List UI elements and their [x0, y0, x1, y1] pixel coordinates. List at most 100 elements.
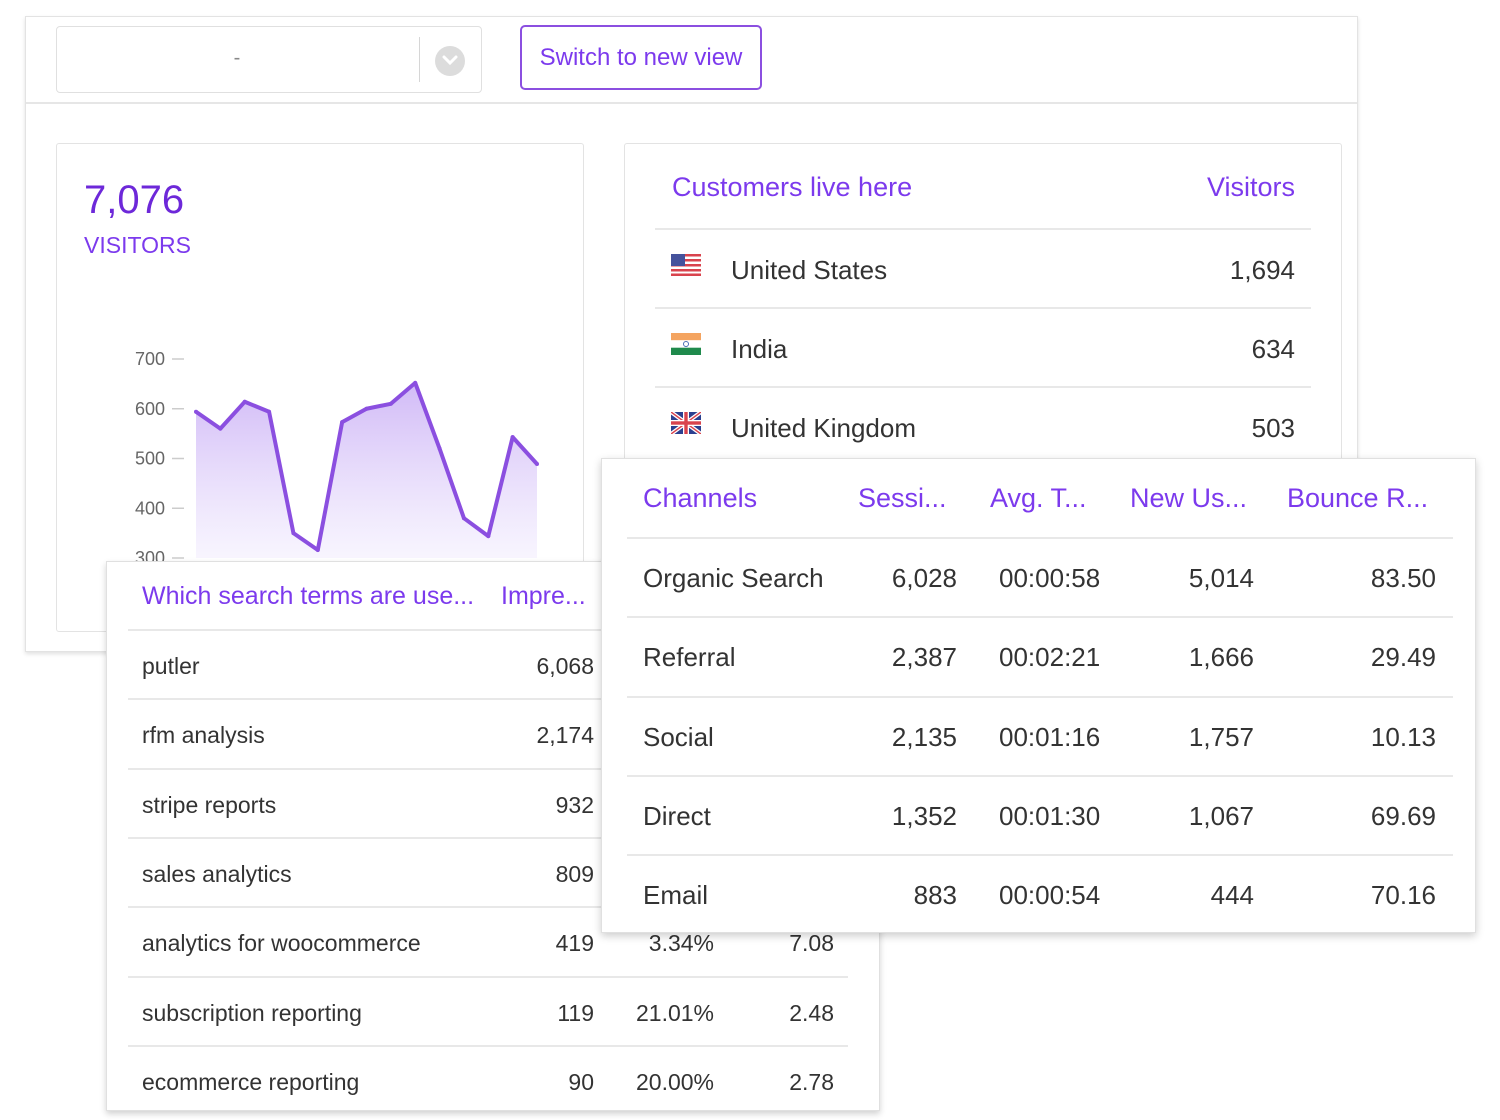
- impressions-value: 809: [555, 860, 594, 887]
- impressions-value: 419: [555, 930, 594, 957]
- impressions-value: 2,174: [536, 722, 594, 749]
- y-tick-label: 600: [135, 399, 165, 419]
- bounce-rate-header[interactable]: Bounce R...: [1287, 483, 1428, 514]
- channel-name: Direct: [643, 800, 711, 831]
- countries-header-label: Customers live here: [672, 172, 913, 202]
- new-users-value: 444: [1210, 880, 1254, 911]
- y-tick-label: 700: [135, 349, 165, 369]
- impressions-value: 119: [557, 999, 594, 1026]
- countries-card: Customers live here Visitors United Stat…: [624, 143, 1342, 485]
- chart-data-point[interactable]: [535, 461, 539, 466]
- search-term: stripe reports: [142, 791, 277, 818]
- toolbar: - Switch to new view: [26, 17, 1357, 104]
- sessions-value: 883: [913, 880, 957, 911]
- country-visitors: 634: [1251, 334, 1295, 364]
- new-users-value: 1,757: [1188, 721, 1254, 752]
- search-term: ecommerce reporting: [142, 1068, 360, 1095]
- chart-data-point[interactable]: [486, 534, 491, 539]
- position-value: 2.48: [789, 999, 834, 1026]
- uk-flag-icon: [671, 412, 701, 434]
- channels-panel: Channels Sessi... Avg. T... New Us... Bo…: [601, 458, 1476, 933]
- view-select[interactable]: -: [56, 26, 482, 93]
- search-terms-header[interactable]: Which search terms are use...: [142, 582, 474, 611]
- search-term: sales analytics: [142, 860, 292, 887]
- position-value: 2.78: [789, 1068, 834, 1095]
- chart-data-point[interactable]: [510, 435, 515, 440]
- country-visitors: 1,694: [1229, 255, 1295, 285]
- impressions-header[interactable]: Impre...: [501, 582, 586, 611]
- chart-data-point[interactable]: [194, 409, 198, 414]
- visitors-card: 7,076 VISITORS 700 600 500 400 300: [56, 143, 584, 632]
- search-term-row[interactable]: subscription reporting 119 21.01% 2.48: [128, 975, 848, 1046]
- chevron-down-icon[interactable]: [435, 46, 465, 76]
- view-select-value: -: [233, 47, 241, 69]
- sessions-header[interactable]: Sessi...: [858, 483, 947, 514]
- chart-data-point[interactable]: [218, 426, 223, 431]
- channel-row[interactable]: Email 883 00:00:54 444 70.16: [627, 854, 1453, 934]
- channel-row[interactable]: Organic Search 6,028 00:00:58 5,014 83.50: [627, 537, 1453, 617]
- chart-data-point[interactable]: [437, 446, 442, 451]
- chart-data-point[interactable]: [413, 380, 418, 385]
- ctr-value: 21.01%: [635, 999, 714, 1026]
- new-users-value: 1,666: [1188, 642, 1254, 673]
- country-row[interactable]: India 634: [655, 307, 1311, 388]
- avg-time-value: 00:01:30: [999, 800, 1101, 831]
- chart-data-point[interactable]: [388, 401, 393, 406]
- position-value: 7.08: [789, 930, 834, 957]
- channel-row[interactable]: Referral 2,387 00:02:21 1,666 29.49: [627, 616, 1453, 696]
- avg-time-value: 00:00:58: [999, 563, 1101, 593]
- us-flag-icon: [671, 254, 701, 276]
- ctr-value: 3.34%: [648, 930, 714, 957]
- new-users-header[interactable]: New Us...: [1130, 483, 1247, 514]
- channel-name: Social: [643, 721, 714, 752]
- impressions-value: 90: [568, 1068, 594, 1095]
- bounce-rate-value: 10.13: [1370, 721, 1436, 752]
- channel-row[interactable]: Direct 1,352 00:01:30 1,067 69.69: [627, 774, 1453, 855]
- countries-header-visitors: Visitors: [1206, 172, 1295, 202]
- search-term: putler: [142, 653, 200, 679]
- channel-name: Referral: [643, 642, 736, 673]
- sessions-value: 6,028: [891, 563, 957, 593]
- impressions-value: 932: [555, 791, 594, 818]
- country-row[interactable]: United Kingdom 503: [655, 386, 1311, 467]
- avg-time-value: 00:02:21: [999, 642, 1101, 673]
- y-tick-label: 400: [135, 498, 165, 518]
- y-tick-label: 500: [135, 449, 165, 469]
- visitors-chart: 700600500400300: [135, 349, 539, 573]
- channel-row[interactable]: Social 2,135 00:01:16 1,757 10.13: [627, 695, 1453, 776]
- channels-header[interactable]: Channels: [643, 483, 757, 514]
- bounce-rate-value: 70.16: [1370, 880, 1436, 911]
- sessions-value: 2,135: [891, 721, 957, 752]
- bounce-rate-value: 83.50: [1370, 563, 1436, 593]
- search-term: subscription reporting: [142, 999, 362, 1026]
- impressions-value: 6,068: [536, 653, 594, 679]
- bounce-rate-value: 69.69: [1370, 800, 1436, 831]
- chart-data-point[interactable]: [340, 420, 345, 425]
- india-flag-icon: [671, 333, 701, 355]
- bounce-rate-value: 29.49: [1370, 642, 1436, 673]
- country-name: United States: [731, 255, 888, 285]
- chart-data-point[interactable]: [315, 548, 320, 553]
- country-name: India: [731, 334, 788, 364]
- avg-time-value: 00:01:16: [999, 721, 1101, 752]
- switch-to-new-view-button[interactable]: Switch to new view: [520, 25, 762, 90]
- new-users-value: 1,067: [1188, 800, 1254, 831]
- select-separator: [419, 37, 420, 82]
- chart-data-point[interactable]: [242, 399, 247, 404]
- channel-name: Email: [643, 880, 709, 911]
- chart-data-point[interactable]: [364, 406, 369, 411]
- new-users-value: 5,014: [1188, 563, 1254, 593]
- chart-data-point[interactable]: [291, 531, 296, 536]
- country-row[interactable]: United States 1,694: [655, 228, 1311, 309]
- sessions-value: 2,387: [891, 642, 957, 673]
- chart-data-point[interactable]: [461, 516, 466, 521]
- avg-time-header[interactable]: Avg. T...: [990, 483, 1087, 514]
- search-term: rfm analysis: [142, 722, 265, 749]
- search-term: analytics for woocommerce: [142, 930, 421, 957]
- country-visitors: 503: [1251, 413, 1295, 443]
- chart-data-point[interactable]: [267, 409, 272, 414]
- country-name: United Kingdom: [731, 413, 916, 443]
- sessions-value: 1,352: [891, 800, 957, 831]
- search-term-row[interactable]: ecommerce reporting 90 20.00% 2.78: [128, 1044, 848, 1115]
- avg-time-value: 00:00:54: [999, 880, 1101, 911]
